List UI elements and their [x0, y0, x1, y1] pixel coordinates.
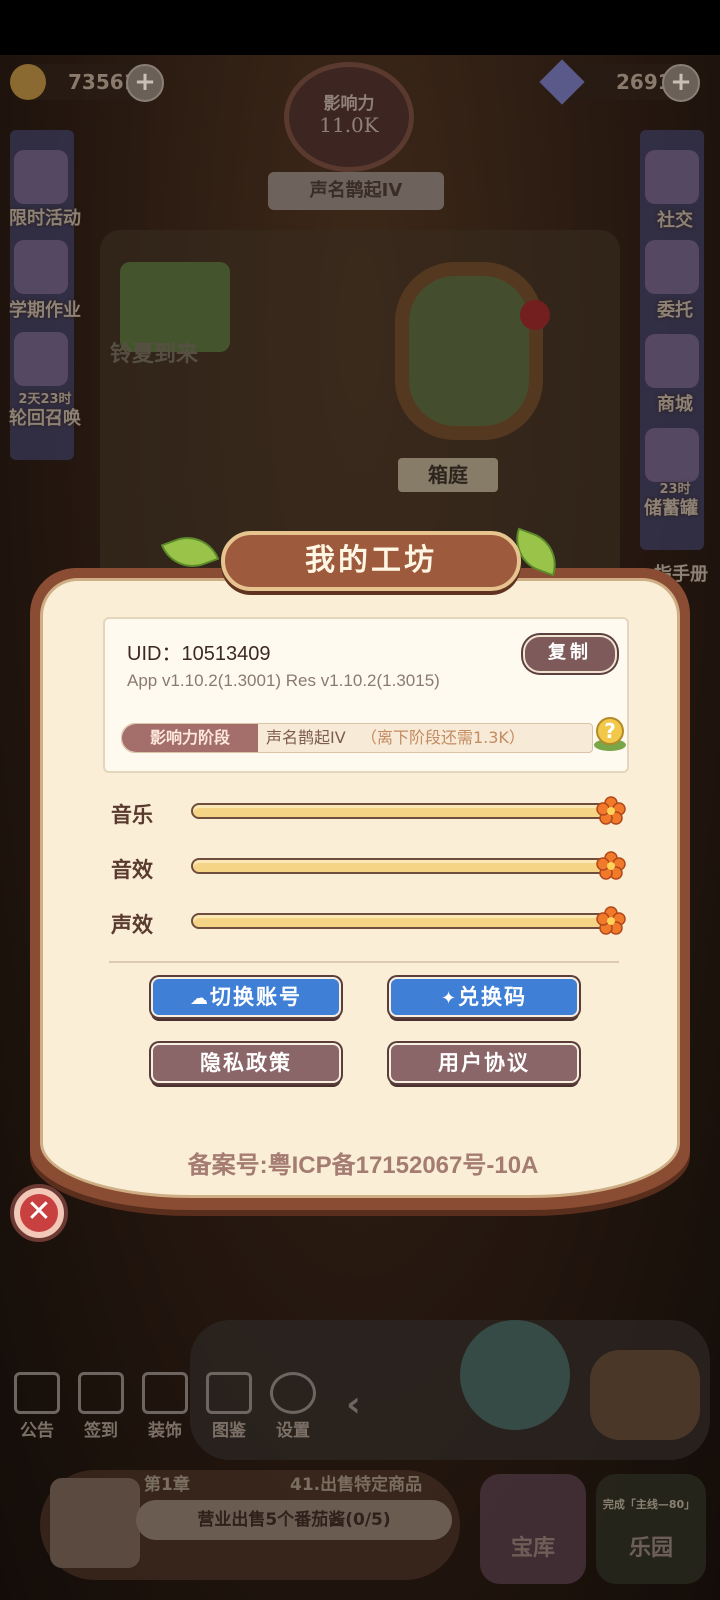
right-menu-label[interactable]: 委托	[630, 296, 720, 322]
stage-tag: 影响力阶段	[122, 724, 258, 752]
piggy-bank-icon[interactable]	[645, 428, 699, 482]
music-label: 音乐	[111, 803, 153, 827]
left-menu-label[interactable]: 限时活动	[0, 204, 90, 230]
right-menu-label[interactable]: 储蓄罐	[626, 494, 716, 520]
influence-medallion[interactable]: 影响力 11.0K	[284, 62, 414, 172]
main-line-label: 完成「主线—80」	[602, 1498, 696, 1511]
calendar-icon	[78, 1372, 124, 1414]
sound-effect-label: 音效	[111, 858, 153, 882]
account-info-box: UID：10513409 复制 App v1.10.2(1.3001) Res …	[103, 617, 629, 773]
right-menu-label[interactable]: 社交	[630, 206, 720, 232]
copy-uid-button[interactable]: 复制	[523, 635, 617, 673]
event-icon[interactable]	[14, 150, 68, 204]
add-coins-button[interactable]: +	[126, 64, 164, 102]
voice-slider-knob-icon[interactable]	[596, 906, 626, 936]
dialog-title: 我的工坊	[305, 543, 437, 578]
settings-label: 设置	[276, 1421, 310, 1441]
stage-name: 声名鹊起IV	[266, 728, 346, 747]
dialog-body: 我的工坊 UID：10513409 复制 App v1.10.2(1.3001)…	[40, 527, 680, 1198]
music-slider-knob-icon[interactable]	[596, 796, 626, 826]
notice-label: 公告	[20, 1421, 54, 1441]
stage-text: 声名鹊起IV （离下阶段还需1.3K）	[266, 724, 525, 752]
decorate-label: 装饰	[148, 1421, 182, 1441]
social-icon[interactable]	[645, 150, 699, 204]
collection-label: 图鉴	[212, 1421, 246, 1441]
icp-record: 备案号:粤ICP备17152067号-10A	[187, 1152, 539, 1179]
collapse-arrow-icon[interactable]: ‹	[346, 1384, 361, 1425]
privacy-policy-button[interactable]: 隐私政策	[151, 1043, 341, 1083]
section-divider	[109, 961, 619, 963]
warehouse-label: 宝库	[510, 1536, 555, 1561]
add-gems-button[interactable]: +	[662, 64, 700, 102]
collection-button[interactable]: 图鉴	[202, 1372, 256, 1441]
rank-banner: 声名鹊起IV	[268, 172, 444, 210]
quest-book-icon	[50, 1478, 140, 1568]
left-menu-label[interactable]: 轮回召唤	[0, 404, 90, 430]
redeem-code-label: 兑换码	[458, 985, 528, 1009]
checkin-button[interactable]: 签到	[74, 1372, 128, 1441]
sound-effect-slider-knob-icon[interactable]	[596, 851, 626, 881]
quest-mission: 41.出售特定商品	[290, 1475, 423, 1495]
left-menu-label[interactable]: 学期作业	[0, 296, 90, 322]
paradise-label: 乐园	[628, 1536, 673, 1561]
decorate-icon	[142, 1372, 188, 1414]
voice-label: 声效	[111, 913, 153, 937]
influence-stage-row: 影响力阶段 声名鹊起IV （离下阶段还需1.3K）	[121, 723, 593, 753]
uid-label: UID：	[127, 643, 182, 665]
commission-icon[interactable]	[645, 240, 699, 294]
decorate-button[interactable]: 装饰	[138, 1372, 192, 1441]
bottom-toolbar: 公告 签到 装饰 图鉴 设置	[10, 1372, 330, 1441]
switch-account-button[interactable]: ☁切换账号	[151, 977, 341, 1017]
music-slider[interactable]	[191, 803, 611, 819]
book-icon	[206, 1372, 252, 1414]
homework-icon[interactable]	[14, 240, 68, 294]
shop-icon[interactable]	[645, 334, 699, 388]
checkin-label: 签到	[84, 1421, 118, 1441]
question-mark-icon[interactable]: ?	[591, 715, 629, 753]
sound-effect-slider[interactable]	[191, 858, 611, 874]
redeem-code-button[interactable]: ✦兑换码	[389, 977, 579, 1017]
settings-button[interactable]: 设置	[266, 1372, 320, 1441]
user-agreement-button[interactable]: 用户协议	[389, 1043, 579, 1083]
influence-value: 11.0K	[319, 113, 379, 137]
stage-note: （离下阶段还需1.3K）	[360, 728, 525, 747]
ticket-icon: ✦	[440, 988, 459, 1009]
close-dialog-button[interactable]: ✕	[10, 1184, 68, 1242]
summon-icon[interactable]	[14, 332, 68, 386]
quest-chapter: 第1章	[144, 1475, 190, 1495]
close-icon: ✕	[20, 1194, 58, 1232]
quest-task-text: 营业出售5个番茄酱	[197, 1510, 346, 1530]
switch-account-icon: ☁	[190, 988, 210, 1009]
dialog-title-plate: 我的工坊	[221, 531, 521, 591]
notice-button[interactable]: 公告	[10, 1372, 64, 1441]
svg-text:?: ?	[604, 719, 616, 743]
voice-slider[interactable]	[191, 913, 611, 929]
warehouse-button[interactable]: 宝库	[480, 1474, 586, 1584]
quest-progress: (0/5)	[345, 1510, 391, 1530]
workshop-settings-dialog: 我的工坊 UID：10513409 复制 App v1.10.2(1.3001)…	[30, 527, 690, 1210]
version-info: App v1.10.2(1.3001) Res v1.10.2(1.3015)	[127, 671, 440, 690]
quest-task: 营业出售5个番茄酱(0/5)	[136, 1500, 452, 1540]
uid-value: 10513409	[181, 643, 271, 665]
gear-icon	[270, 1372, 316, 1414]
notice-icon	[14, 1372, 60, 1414]
uid-row: UID：10513409	[127, 637, 270, 666]
status-bar	[0, 0, 720, 55]
paradise-button[interactable]: 完成「主线—80」 乐园	[596, 1474, 706, 1584]
switch-account-label: 切换账号	[210, 985, 302, 1009]
right-menu-label[interactable]: 商城	[630, 390, 720, 416]
influence-label: 影响力	[323, 94, 375, 114]
crown-coin-icon	[10, 64, 46, 100]
quest-panel[interactable]: 第1章 41.出售特定商品 营业出售5个番茄酱(0/5)	[40, 1470, 460, 1580]
